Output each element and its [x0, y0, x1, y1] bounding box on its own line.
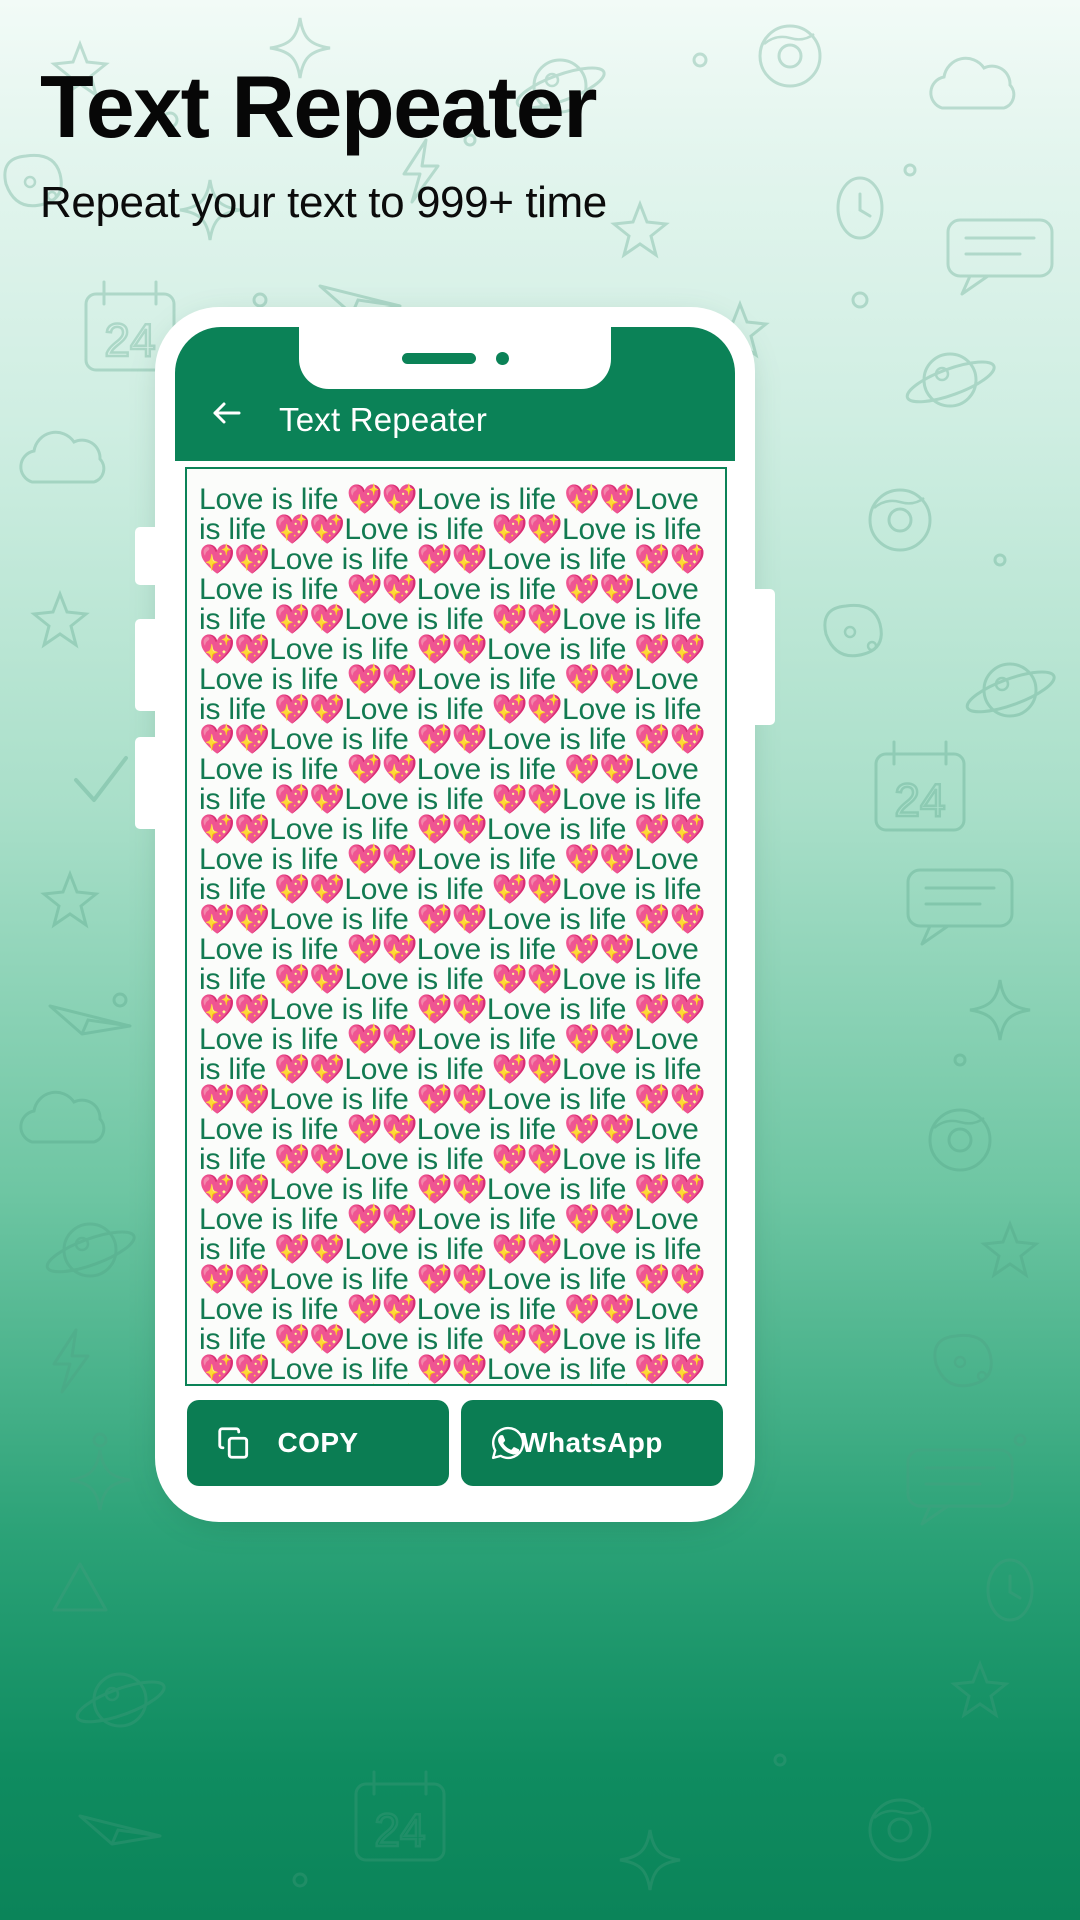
page-header: Text Repeater Repeat your text to 999+ t…: [40, 62, 1040, 227]
page-subtitle: Repeat your text to 999+ time: [40, 177, 607, 227]
sparkling-heart-emoji: 💖💖: [274, 964, 345, 996]
sparkling-heart-emoji: 💖💖: [416, 1174, 488, 1206]
repeated-text-output: Love is life 💖💖Love is life 💖💖Love is li…: [199, 484, 711, 1386]
sparkling-heart-emoji: 💖💖: [416, 814, 488, 846]
sparkling-heart-emoji: 💖💖: [416, 724, 488, 756]
copy-icon: [215, 1424, 253, 1462]
sparkling-heart-emoji: 💖💖: [346, 1114, 417, 1146]
sparkling-heart-emoji: 💖💖: [491, 874, 563, 906]
sparkling-heart-emoji: 💖💖: [416, 1354, 488, 1386]
sparkling-heart-emoji: 💖💖: [491, 514, 563, 546]
sparkling-heart-emoji: 💖💖: [634, 724, 705, 756]
sparkling-heart-emoji: 💖💖: [274, 514, 345, 546]
sparkling-heart-emoji: 💖💖: [564, 664, 635, 696]
sparkling-heart-emoji: 💖💖: [491, 604, 563, 636]
sparkling-heart-emoji: 💖💖: [274, 604, 345, 636]
sparkling-heart-emoji: 💖💖: [199, 994, 270, 1026]
front-camera-dot-icon: [495, 351, 509, 365]
sparkling-heart-emoji: 💖💖: [564, 484, 635, 516]
copy-button[interactable]: COPY: [187, 1400, 449, 1486]
sparkling-heart-emoji: 💖💖: [346, 574, 417, 606]
speaker-bar-icon: [401, 352, 476, 364]
sparkling-heart-emoji: 💖💖: [274, 1054, 345, 1086]
sparkling-heart-emoji: 💖💖: [491, 1324, 563, 1356]
sparkling-heart-emoji: 💖💖: [346, 1204, 417, 1236]
sparkling-heart-emoji: 💖💖: [346, 1294, 417, 1326]
sparkling-heart-emoji: 💖💖: [416, 904, 488, 936]
phone-notch: [299, 327, 611, 389]
sparkling-heart-emoji: 💖💖: [416, 1084, 488, 1116]
sparkling-heart-emoji: 💖💖: [199, 634, 270, 666]
sparkling-heart-emoji: 💖💖: [564, 1294, 635, 1326]
phone-frame: Text Repeater Love is life 💖💖Love is lif…: [155, 307, 755, 1522]
sparkling-heart-emoji: 💖💖: [491, 964, 563, 996]
sparkling-heart-emoji: 💖💖: [274, 784, 345, 816]
sparkling-heart-emoji: 💖💖: [491, 1054, 563, 1086]
sparkling-heart-emoji: 💖💖: [634, 1264, 705, 1296]
sparkling-heart-emoji: 💖💖: [564, 754, 635, 786]
output-area: Love is life 💖💖Love is life 💖💖Love is li…: [175, 461, 735, 1386]
sparkling-heart-emoji: 💖💖: [199, 724, 270, 756]
sparkling-heart-emoji: 💖💖: [416, 544, 488, 576]
sparkling-heart-emoji: 💖💖: [634, 994, 705, 1026]
page-title: Text Repeater: [40, 57, 597, 156]
whatsapp-icon: [489, 1424, 527, 1462]
back-button[interactable]: [199, 387, 255, 443]
sparkling-heart-emoji: 💖💖: [199, 1174, 270, 1206]
output-text-card[interactable]: Love is life 💖💖Love is life 💖💖Love is li…: [185, 467, 727, 1386]
sparkling-heart-emoji: 💖💖: [491, 1144, 563, 1176]
sparkling-heart-emoji: 💖💖: [346, 664, 417, 696]
sparkling-heart-emoji: 💖💖: [199, 1084, 270, 1116]
copy-button-label: COPY: [277, 1427, 359, 1458]
sparkling-heart-emoji: 💖💖: [416, 1264, 488, 1296]
sparkling-heart-emoji: 💖💖: [346, 934, 417, 966]
sparkling-heart-emoji: 💖💖: [274, 874, 345, 906]
sparkling-heart-emoji: 💖💖: [564, 1024, 635, 1056]
sparkling-heart-emoji: 💖💖: [199, 544, 270, 576]
sparkling-heart-emoji: 💖💖: [199, 1354, 270, 1386]
sparkling-heart-emoji: 💖💖: [564, 934, 635, 966]
sparkling-heart-emoji: 💖💖: [346, 754, 417, 786]
sparkling-heart-emoji: 💖💖: [491, 784, 563, 816]
sparkling-heart-emoji: 💖💖: [199, 814, 270, 846]
sparkling-heart-emoji: 💖💖: [634, 1174, 705, 1206]
sparkling-heart-emoji: 💖💖: [416, 994, 488, 1026]
sparkling-heart-emoji: 💖💖: [491, 694, 563, 726]
sparkling-heart-emoji: 💖💖: [346, 1024, 417, 1056]
sparkling-heart-emoji: 💖💖: [634, 544, 705, 576]
sparkling-heart-emoji: 💖💖: [346, 484, 417, 516]
sparkling-heart-emoji: 💖💖: [346, 844, 417, 876]
whatsapp-button-label: WhatsApp: [521, 1427, 663, 1458]
sparkling-heart-emoji: 💖💖: [564, 1114, 635, 1146]
sparkling-heart-emoji: 💖💖: [564, 1204, 635, 1236]
sparkling-heart-emoji: 💖💖: [564, 844, 635, 876]
app-bar-title: Text Repeater: [279, 401, 488, 438]
sparkling-heart-emoji: 💖💖: [634, 814, 705, 846]
arrow-left-icon: [209, 395, 245, 436]
phone-screen: Text Repeater Love is life 💖💖Love is lif…: [175, 327, 735, 1502]
sparkling-heart-emoji: 💖💖: [634, 1084, 705, 1116]
sparkling-heart-emoji: 💖💖: [274, 1234, 345, 1266]
action-bar: COPY WhatsApp: [175, 1386, 735, 1502]
sparkling-heart-emoji: 💖💖: [564, 574, 635, 606]
sparkling-heart-emoji: 💖💖: [491, 1234, 563, 1266]
sparkling-heart-emoji: 💖💖: [274, 694, 345, 726]
phone-mockup: Text Repeater Love is life 💖💖Love is lif…: [135, 307, 775, 1522]
whatsapp-button[interactable]: WhatsApp: [461, 1400, 723, 1486]
sparkling-heart-emoji: 💖💖: [634, 1354, 705, 1386]
sparkling-heart-emoji: 💖💖: [199, 1264, 270, 1296]
sparkling-heart-emoji: 💖💖: [274, 1324, 345, 1356]
sparkling-heart-emoji: 💖💖: [416, 634, 488, 666]
sparkling-heart-emoji: 💖💖: [199, 904, 270, 936]
sparkling-heart-emoji: 💖💖: [634, 904, 705, 936]
sparkling-heart-emoji: 💖💖: [274, 1144, 345, 1176]
sparkling-heart-emoji: 💖💖: [634, 634, 705, 666]
